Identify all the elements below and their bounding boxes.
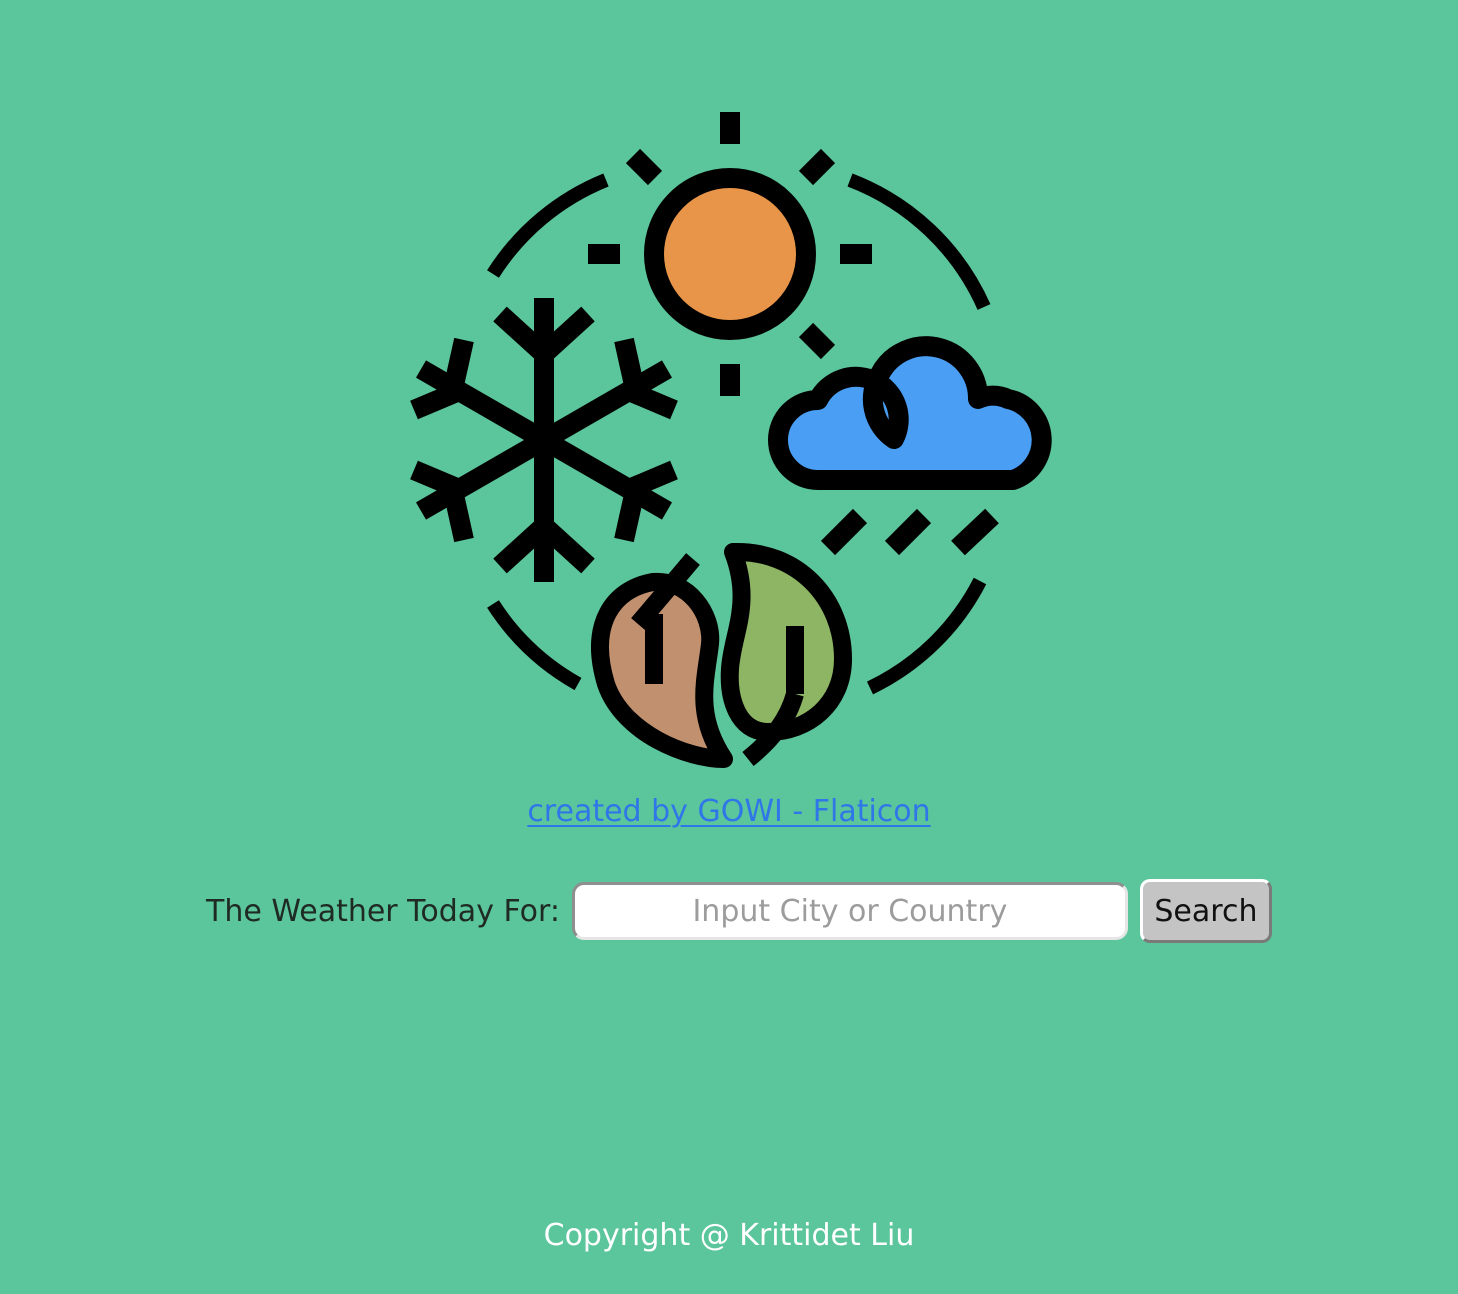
page: created by GOWI - Flaticon The Weather T… xyxy=(0,0,1458,1294)
credit: created by GOWI - Flaticon xyxy=(0,794,1458,829)
snowflake-icon xyxy=(410,298,678,582)
cloud-icon xyxy=(768,336,1052,556)
search-label: The Weather Today For: xyxy=(206,893,560,929)
search-form: The Weather Today For: Search xyxy=(206,879,1272,943)
copyright-footer: Copyright @ Krittidet Liu xyxy=(543,1218,915,1253)
city-search-input[interactable] xyxy=(571,882,1128,940)
flaticon-credit-link[interactable]: created by GOWI - Flaticon xyxy=(527,794,930,829)
leaf-green-icon xyxy=(720,542,852,767)
four-seasons-weather-icon xyxy=(398,104,1068,776)
search-button[interactable]: Search xyxy=(1139,879,1272,943)
leaf-brown-icon xyxy=(591,553,733,768)
